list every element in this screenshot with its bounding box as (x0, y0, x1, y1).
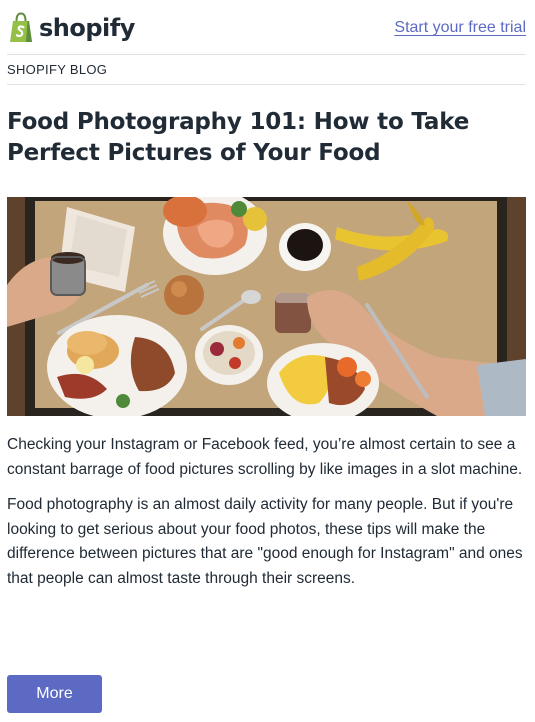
shopify-logo[interactable]: shopify (7, 12, 135, 44)
email-page: shopify Start your free trial SHOPIFY BL… (0, 0, 535, 722)
header: shopify Start your free trial (7, 0, 526, 55)
article-paragraph-2: Food photography is an almost daily acti… (7, 496, 523, 587)
start-free-trial-link[interactable]: Start your free trial (394, 19, 526, 37)
hero-image[interactable] (7, 197, 526, 416)
shopping-bag-icon (10, 12, 32, 42)
article-title: Food Photography 101: How to Take Perfec… (7, 109, 470, 166)
logo-wordmark: shopify (39, 14, 135, 42)
blog-bar: SHOPIFY BLOG (7, 55, 526, 85)
more-button[interactable]: More (7, 675, 102, 713)
article-paragraph-1: Checking your Instagram or Facebook feed… (7, 436, 523, 478)
shopify-blog-label[interactable]: SHOPIFY BLOG (7, 62, 107, 77)
